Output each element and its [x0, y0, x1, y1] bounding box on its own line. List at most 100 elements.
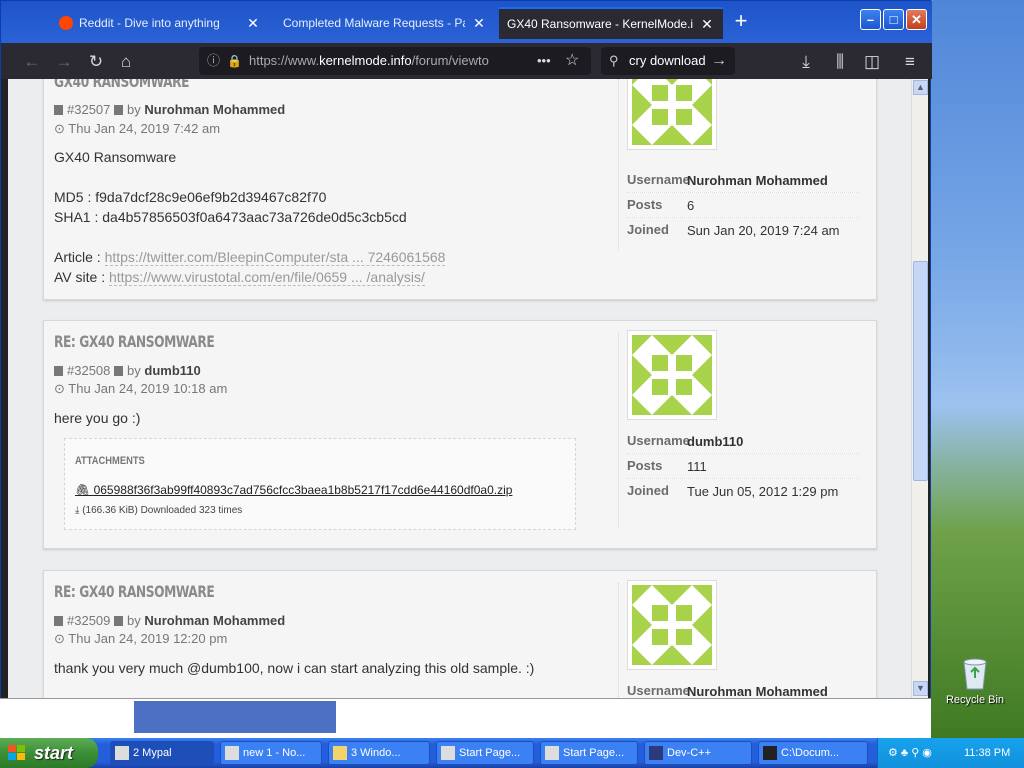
post-32507: GX40 RANSOMWARE #32507 by Nurohman Moham… — [43, 79, 877, 300]
clock-icon: ⊙ — [54, 121, 69, 136]
user-icon — [114, 616, 124, 626]
divider — [627, 217, 859, 218]
identicon-icon — [632, 585, 712, 665]
recycle-bin[interactable]: Recycle Bin — [944, 656, 1006, 706]
profile-username[interactable]: Nurohman Mohammed — [687, 684, 828, 698]
close-tab-icon[interactable]: ✕ — [245, 15, 261, 32]
vertical-scrollbar[interactable]: ▲ ▼ — [911, 79, 928, 698]
profile-posts-label: Posts — [627, 197, 663, 212]
profile-username[interactable]: dumb110 — [687, 434, 743, 449]
profile-joined: Tue Jun 05, 2012 1:29 pm — [687, 484, 839, 499]
post-meta: #32508 by dumb110 — [54, 363, 201, 378]
recycle-bin-icon — [960, 656, 990, 690]
article-link[interactable]: https://twitter.com/BleepinComputer/sta … — [104, 249, 446, 266]
profile-username-label: Username — [627, 172, 690, 187]
taskbar-item-notepad[interactable]: new 1 - No... — [220, 741, 322, 765]
article-label: Article : — [54, 249, 101, 265]
page-content: GX40 RANSOMWARE #32507 by Nurohman Moham… — [8, 79, 911, 698]
home-button[interactable]: ⌂ — [115, 51, 137, 73]
page-actions-icon[interactable]: ••• — [537, 47, 551, 75]
scroll-down-icon[interactable]: ▼ — [913, 681, 928, 696]
menu-icon[interactable]: ≡ — [899, 51, 921, 73]
post-date: ⊙ Thu Jan 24, 2019 7:42 am — [54, 121, 221, 136]
divider — [627, 453, 859, 454]
reload-button[interactable]: ↻ — [85, 51, 107, 73]
lock-icon[interactable]: 🔒 — [227, 47, 242, 75]
taskbar-item-cmd[interactable]: C:\Docum... — [758, 741, 868, 765]
profile-joined: Sun Jan 20, 2019 7:24 am — [687, 223, 840, 238]
post-meta: #32507 by Nurohman Mohammed — [54, 102, 285, 117]
av-link[interactable]: https://www.virustotal.com/en/file/0659 … — [108, 269, 425, 286]
url-bar[interactable]: ⓘ 🔒 https://www.kernelmode.info/forum/vi… — [199, 47, 591, 75]
post-author[interactable]: Nurohman Mohammed — [144, 613, 285, 628]
post-title[interactable]: RE: GX40 RANSOMWARE — [54, 332, 215, 351]
taskbar-item-start-page-2[interactable]: Start Page... — [540, 741, 638, 765]
post-title: GX40 RANSOMWARE — [54, 79, 190, 91]
download-icon[interactable]: ⤓ — [795, 51, 817, 73]
system-tray: ⚙ ♣ ⚲ ◉ 11:38 PM — [877, 738, 1024, 768]
profile-joined-label: Joined — [627, 222, 669, 237]
profile-posts-label: Posts — [627, 458, 663, 473]
md5-hash: MD5 : f9da7dcf28c9e06ef9b2d39467c82f70 — [54, 189, 327, 205]
post-meta: #32509 by Nurohman Mohammed — [54, 613, 285, 628]
profile-username-label: Username — [627, 433, 690, 448]
7zip-icon — [763, 746, 777, 760]
bookmark-icon — [54, 616, 63, 626]
post-author[interactable]: Nurohman Mohammed — [144, 102, 285, 117]
taskbar-item-mypal[interactable]: 2 Mypal — [110, 741, 214, 765]
devcpp-icon — [649, 746, 663, 760]
search-go-icon[interactable]: → — [711, 47, 727, 75]
post-author[interactable]: dumb110 — [144, 363, 200, 378]
tray-icons[interactable]: ⚙ ♣ ⚲ ◉ — [888, 738, 932, 768]
tab-reddit[interactable]: Reddit - Dive into anything ✕ — [51, 7, 269, 39]
back-button[interactable]: ← — [21, 51, 43, 73]
scroll-thumb[interactable] — [913, 261, 928, 481]
profile-username[interactable]: Nurohman Mohammed — [687, 173, 828, 188]
divider — [627, 478, 859, 479]
start-label: start — [34, 743, 74, 763]
avatar[interactable] — [627, 580, 717, 670]
post-body: here you go :) — [54, 410, 141, 426]
user-profile: Username Nurohman Mohammed — [627, 683, 867, 698]
close-tab-icon[interactable]: ✕ — [699, 16, 715, 33]
post-title[interactable]: RE: GX40 RANSOMWARE — [54, 582, 215, 601]
tab-gx40-ransomware[interactable]: GX40 Ransomware - KernelMode.info ✕ — [499, 7, 723, 39]
avatar[interactable] — [627, 79, 717, 150]
close-window-button[interactable]: ✕ — [906, 9, 927, 30]
tab-bar: Reddit - Dive into anything ✕ Completed … — [1, 1, 932, 43]
start-button[interactable]: start — [0, 738, 98, 768]
new-tab-button[interactable]: + — [729, 9, 753, 35]
taskbar-item-devcpp[interactable]: Dev-C++ — [644, 741, 752, 765]
attachment-info: ⤓ (166.36 KiB) Downloaded 323 times — [75, 505, 243, 516]
taskbar-item-windows[interactable]: 3 Windo... — [328, 741, 430, 765]
post-id[interactable]: #32508 — [67, 363, 110, 378]
library-icon[interactable]: ⫼ — [829, 51, 851, 73]
bookmark-star-icon[interactable]: ☆ — [565, 47, 579, 75]
app-icon — [545, 746, 559, 760]
tab-malware-requests[interactable]: Completed Malware Requests - Page S ✕ — [275, 7, 495, 39]
profile-posts[interactable]: 6 — [687, 198, 694, 213]
av-label: AV site : — [54, 269, 106, 285]
search-input[interactable]: ⚲ cry download → — [601, 47, 735, 75]
folder-icon — [333, 746, 347, 760]
profile-username-label: Username — [627, 683, 690, 698]
maximize-button[interactable]: □ — [883, 9, 904, 30]
background-window[interactable] — [134, 701, 336, 733]
url-text[interactable]: https://www.kernelmode.info/forum/viewto — [249, 47, 499, 75]
minimize-button[interactable]: – — [860, 9, 881, 30]
forward-button[interactable]: → — [53, 51, 75, 73]
info-icon[interactable]: ⓘ — [207, 47, 220, 75]
profile-posts[interactable]: 111 — [687, 459, 707, 474]
taskbar-item-start-page-1[interactable]: Start Page... — [436, 741, 534, 765]
scroll-up-icon[interactable]: ▲ — [913, 80, 928, 95]
attachment-link[interactable]: 🖇 065988f36f3ab99ff40893c7ad756cfcc3baea… — [75, 483, 512, 497]
sidebar-icon[interactable]: ◫ — [861, 51, 883, 73]
post-id[interactable]: #32507 — [67, 102, 110, 117]
post-id[interactable]: #32509 — [67, 613, 110, 628]
clock[interactable]: 11:38 PM — [964, 738, 1010, 768]
close-tab-icon[interactable]: ✕ — [471, 15, 487, 32]
sha1-hash: SHA1 : da4b57856503f0a6473aac73a726de0d5… — [54, 209, 407, 225]
avatar[interactable] — [627, 330, 717, 420]
app-icon — [441, 746, 455, 760]
tab-title: Completed Malware Requests - Page S — [283, 16, 465, 30]
